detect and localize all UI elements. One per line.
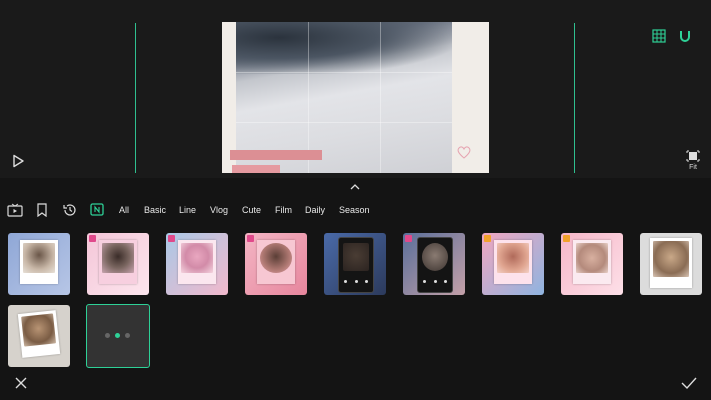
polaroid-frame	[178, 240, 216, 284]
video-preview: Fit	[0, 0, 711, 178]
template-thumbnail[interactable]	[561, 233, 623, 295]
checkmark-icon[interactable]	[680, 375, 698, 391]
polaroid-frame	[99, 240, 137, 284]
music-player-frame	[417, 237, 453, 293]
polaroid-frame	[257, 240, 295, 284]
history-icon[interactable]	[61, 201, 79, 219]
right-guide-line	[574, 23, 575, 173]
thumbnail-photo	[497, 243, 529, 273]
music-player-frame	[338, 237, 374, 293]
lock-icon	[168, 235, 175, 242]
bookmark-icon[interactable]	[33, 201, 51, 219]
preview-canvas[interactable]	[222, 22, 489, 173]
template-thumbnail[interactable]	[8, 233, 70, 295]
new-icon[interactable]	[88, 201, 106, 219]
tab-basic[interactable]: Basic	[144, 205, 166, 215]
template-thumbnail[interactable]	[245, 233, 307, 295]
tab-all[interactable]: All	[119, 205, 129, 215]
polaroid-frame	[494, 240, 532, 284]
thumbnail-photo	[576, 243, 608, 273]
thumbnail-photo	[653, 241, 689, 277]
grid-icon[interactable]	[651, 28, 667, 44]
player-controls	[423, 280, 447, 284]
collapse-chevron-icon[interactable]	[347, 180, 363, 194]
tab-cute[interactable]: Cute	[242, 205, 261, 215]
template-thumbnail[interactable]	[324, 233, 386, 295]
lock-icon	[563, 235, 570, 242]
player-controls	[344, 280, 368, 284]
grid-guide	[236, 72, 452, 73]
lock-icon	[405, 235, 412, 242]
template-thumbnail[interactable]	[640, 233, 702, 295]
thumbnail-photo	[102, 243, 134, 273]
play-icon[interactable]	[10, 153, 26, 169]
polaroid-frame	[17, 310, 61, 358]
template-thumbnail[interactable]	[87, 233, 149, 295]
close-icon[interactable]	[13, 375, 29, 391]
left-guide-line	[135, 23, 136, 173]
polaroid-frame	[650, 238, 692, 288]
category-tab-bar: All Basic Line Vlog Cute Film Daily Seas…	[0, 196, 711, 224]
tv-icon[interactable]	[6, 201, 24, 219]
thumbnail-photo	[21, 313, 57, 347]
thumbnail-photo	[23, 243, 55, 273]
grid-guide	[380, 22, 381, 173]
template-thumbnail[interactable]	[8, 305, 70, 367]
thumbnail-photo	[343, 243, 369, 271]
template-thumbnail[interactable]	[482, 233, 544, 295]
polaroid-frame	[20, 240, 58, 284]
fit-icon	[686, 150, 700, 161]
lock-icon	[89, 235, 96, 242]
thumbnail-photo	[181, 243, 213, 273]
template-thumbnail[interactable]	[403, 233, 465, 295]
thumbnail-photo	[260, 243, 292, 273]
photo-sky	[236, 22, 452, 74]
heart-sticker-icon	[454, 142, 474, 162]
lock-icon	[484, 235, 491, 242]
thumbnail-photo	[422, 243, 448, 271]
sticker-bar-small	[232, 165, 280, 173]
tab-daily[interactable]: Daily	[305, 205, 325, 215]
tab-film[interactable]: Film	[275, 205, 292, 215]
template-thumbnail[interactable]	[166, 233, 228, 295]
lock-icon	[247, 235, 254, 242]
polaroid-frame	[573, 240, 611, 284]
template-thumbnail-selected[interactable]	[86, 304, 150, 368]
fit-label: Fit	[689, 163, 697, 171]
fit-button[interactable]: Fit	[683, 148, 703, 172]
tab-line[interactable]: Line	[179, 205, 196, 215]
sticker-bar	[230, 150, 322, 160]
tab-season[interactable]: Season	[339, 205, 370, 215]
loading-dots	[105, 333, 130, 338]
grid-guide	[236, 122, 452, 123]
tab-vlog[interactable]: Vlog	[210, 205, 228, 215]
magnet-icon[interactable]	[677, 28, 693, 44]
